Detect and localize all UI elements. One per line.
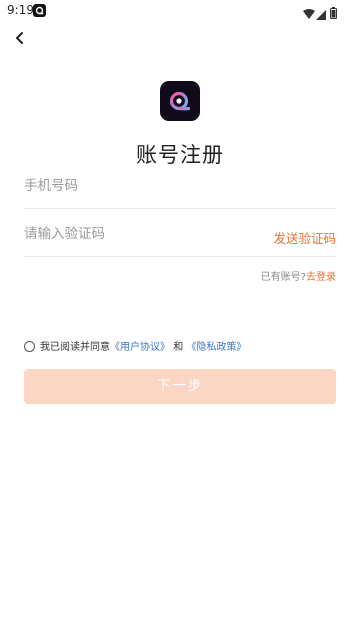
phone-field bbox=[24, 168, 336, 209]
privacy-policy-link[interactable]: 《隐私政策》 bbox=[186, 342, 246, 353]
agreement-prefix: 我已阅读并同意 bbox=[40, 342, 110, 353]
app-logo bbox=[160, 81, 200, 121]
next-button[interactable]: 下一步 bbox=[24, 369, 336, 404]
user-agreement-link[interactable]: 《用户协议》 bbox=[110, 342, 170, 353]
status-bar: 9:19 bbox=[0, 0, 360, 22]
login-link[interactable]: 去登录 bbox=[306, 272, 336, 283]
verification-code-input[interactable] bbox=[24, 216, 264, 252]
agreement-conjunction: 和 bbox=[173, 342, 184, 353]
agreement-row: 我已阅读并同意《用户协议》 和 《隐私政策》 bbox=[24, 338, 246, 353]
app-logo-icon bbox=[169, 91, 190, 111]
wifi-icon bbox=[303, 5, 315, 24]
login-hint-label: 已有账号? bbox=[260, 272, 306, 283]
agreement-radio[interactable] bbox=[24, 341, 35, 352]
app-notification-icon bbox=[33, 4, 46, 17]
status-time: 9:19 bbox=[7, 3, 34, 17]
code-field: 发送验证码 bbox=[24, 216, 336, 257]
signal-icon bbox=[316, 5, 326, 24]
login-hint: 已有账号?去登录 bbox=[261, 268, 336, 283]
battery-icon bbox=[330, 4, 337, 23]
back-button[interactable] bbox=[10, 28, 30, 48]
chevron-left-icon bbox=[16, 32, 23, 44]
phone-input[interactable] bbox=[24, 168, 264, 204]
send-code-button[interactable]: 发送验证码 bbox=[273, 228, 336, 247]
page-title: 账号注册 bbox=[136, 143, 224, 167]
